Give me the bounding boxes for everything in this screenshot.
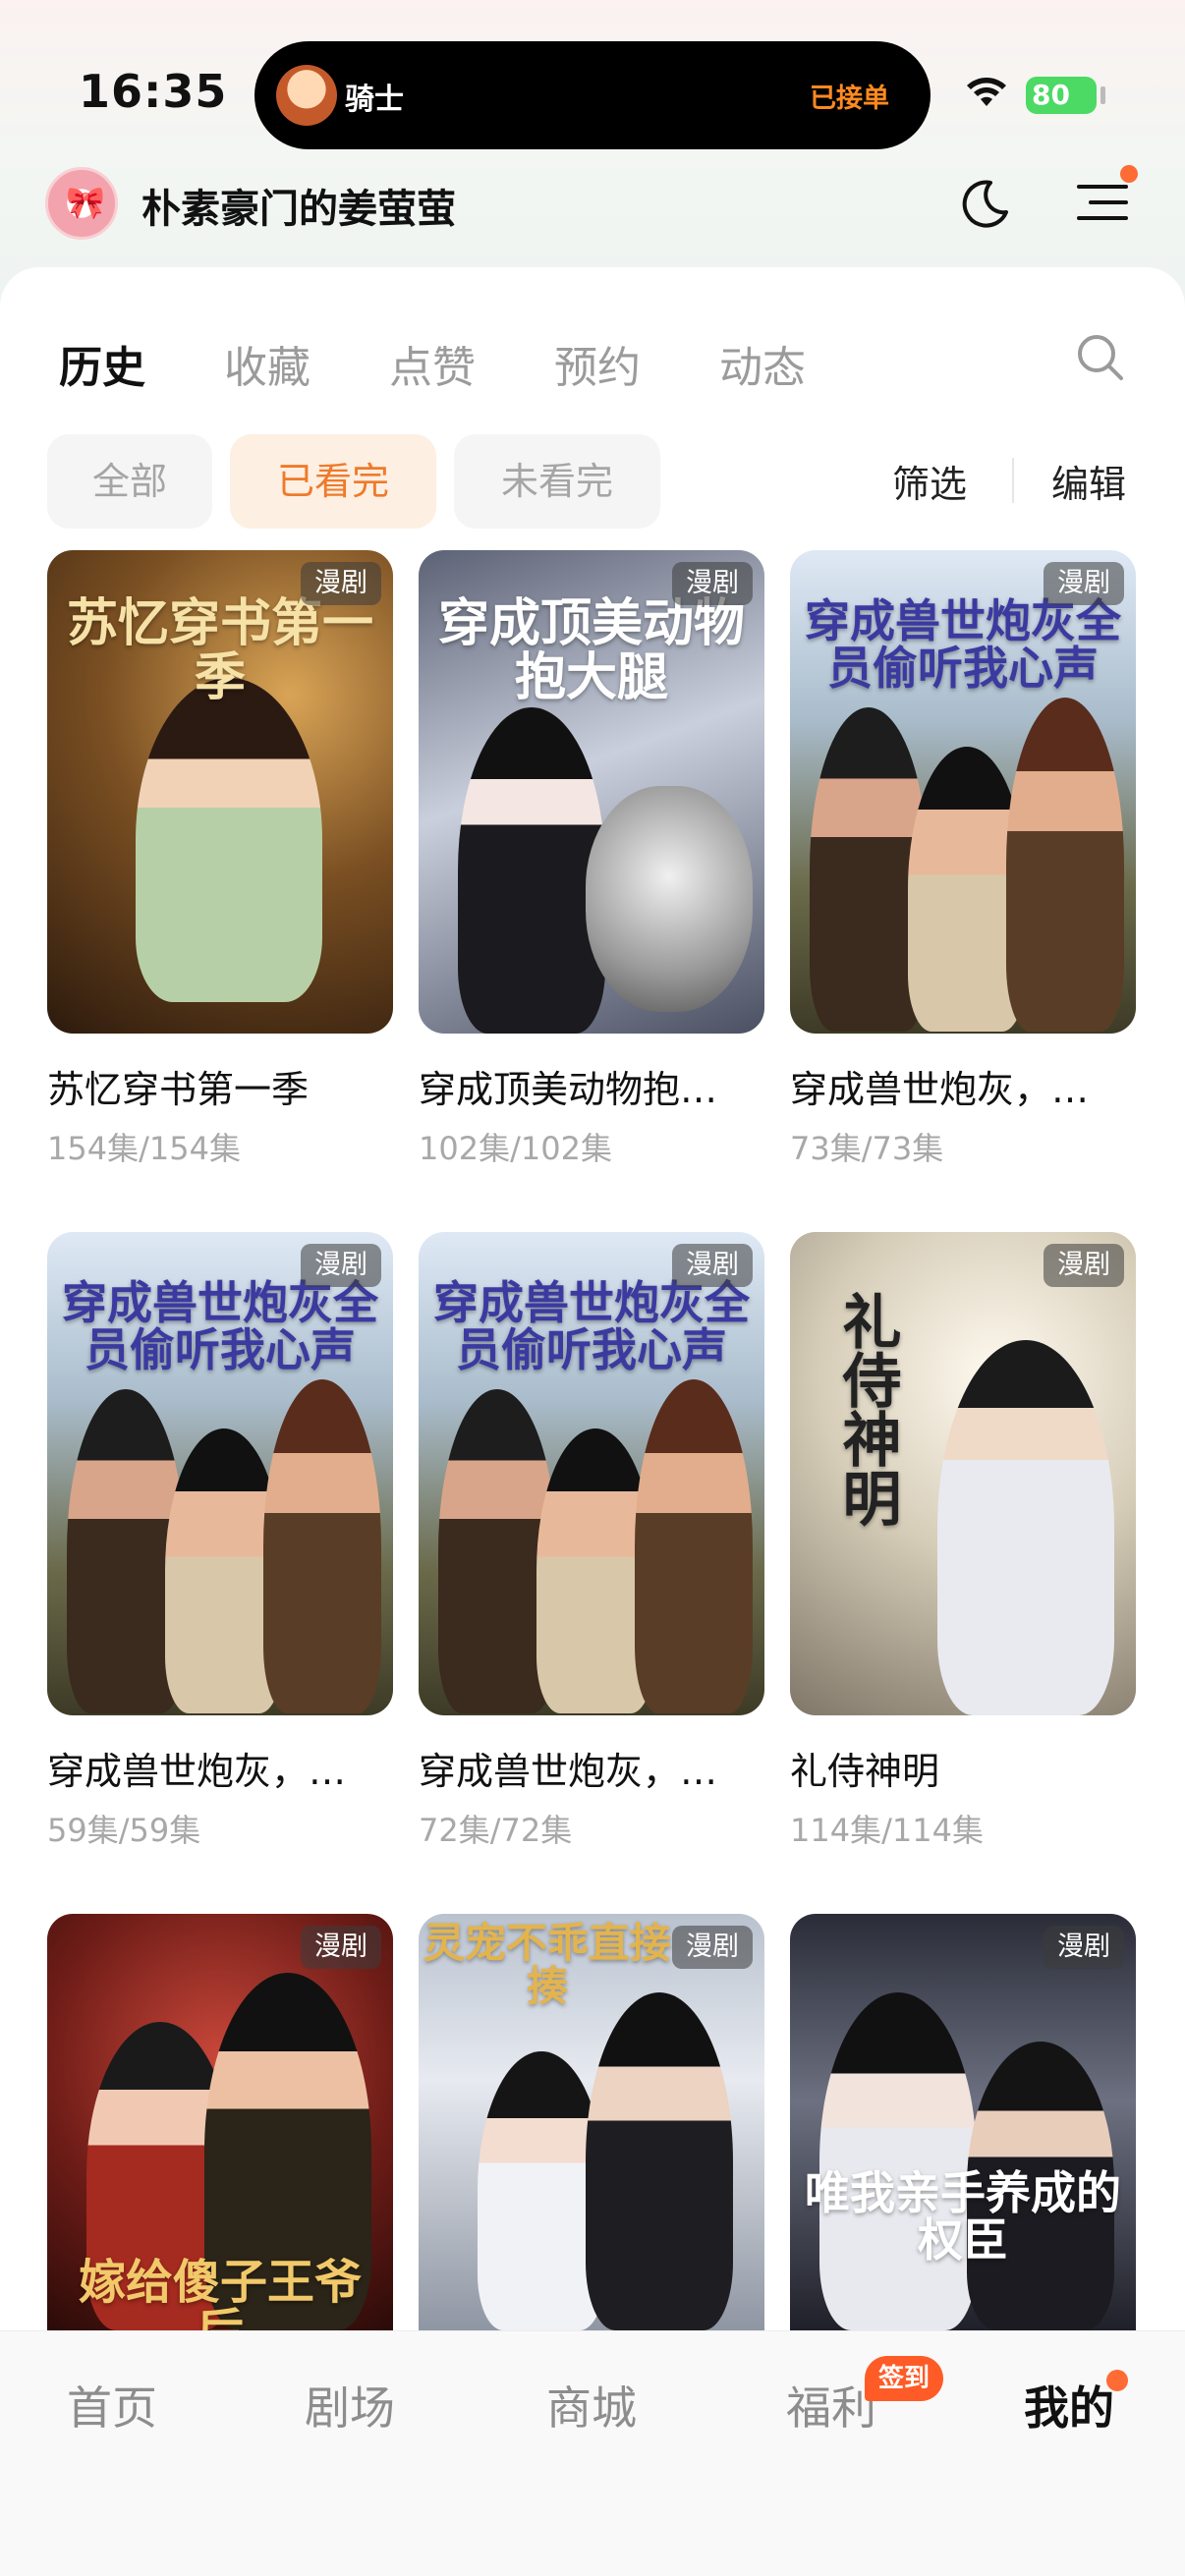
clock: 16:35 (79, 65, 228, 118)
avatar-icon: 🎀 (66, 184, 105, 221)
type-badge: 漫剧 (301, 1244, 381, 1287)
tab-likes[interactable]: 点赞 (389, 332, 476, 395)
cover-image[interactable]: 礼侍神明 漫剧 (790, 1232, 1136, 1715)
notification-dot (1106, 2370, 1128, 2391)
type-badge: 漫剧 (1044, 1244, 1124, 1287)
cover-text: 穿成兽世炮灰全员偷听我心声 (62, 1276, 378, 1377)
nav-home[interactable]: 首页 (67, 2373, 157, 2437)
card-title[interactable]: 穿成兽世炮灰，… (419, 1741, 764, 1795)
avatar[interactable]: 🎀 (45, 167, 118, 240)
type-badge: 漫剧 (1044, 562, 1124, 605)
search-icon[interactable] (1073, 330, 1126, 383)
type-badge: 漫剧 (301, 562, 381, 605)
card-title[interactable]: 苏忆穿书第一季 (47, 1059, 393, 1113)
status-bar: 16:35 骑士 已接单 80 (0, 0, 1185, 149)
type-badge: 漫剧 (1044, 1926, 1124, 1969)
tab-favorites[interactable]: 收藏 (224, 332, 310, 395)
nav-mall[interactable]: 商城 (546, 2373, 637, 2437)
type-badge: 漫剧 (672, 1244, 753, 1287)
cover-text: 穿成兽世炮灰全员偷听我心声 (433, 1276, 750, 1377)
type-badge: 漫剧 (301, 1926, 381, 1969)
episode-count: 114集/114集 (790, 1812, 984, 1849)
cover-text: 礼侍神明 (832, 1291, 901, 1527)
cover-text: 穿成顶美动物抱大腿 (437, 593, 745, 707)
cover-image[interactable]: 穿成兽世炮灰全员偷听我心声 漫剧 (47, 1232, 393, 1715)
cover-text: 灵宠不乖直接揍 (423, 1919, 671, 2011)
dynamic-island[interactable]: 骑士 已接单 (254, 41, 931, 149)
bottom-nav: 首页 剧场 商城 福利 我的 (0, 2330, 1185, 2576)
filter-unfinished[interactable]: 未看完 (454, 434, 660, 529)
nav-mine[interactable]: 我的 (1024, 2373, 1114, 2437)
wifi-icon (967, 78, 1006, 106)
episode-count: 154集/154集 (47, 1130, 241, 1167)
notification-dot (1120, 165, 1138, 183)
moon-icon[interactable] (955, 175, 1014, 234)
divider (1012, 458, 1014, 503)
battery-indicator: 80 (1026, 77, 1097, 114)
tab-activity[interactable]: 动态 (719, 332, 806, 395)
rider-avatar-icon (276, 65, 337, 126)
card-title[interactable]: 穿成兽世炮灰，… (47, 1741, 393, 1795)
cover-image[interactable]: 穿成顶美动物抱大腿 漫剧 (419, 550, 764, 1034)
menu-icon[interactable] (1075, 175, 1130, 230)
cover-text: 唯我亲手养成的权臣 (805, 2166, 1121, 2268)
nav-theater[interactable]: 剧场 (305, 2373, 395, 2437)
tab-reservations[interactable]: 预约 (554, 332, 641, 395)
battery-cap (1100, 86, 1105, 104)
user-name[interactable]: 朴素豪门的姜萤萤 (141, 177, 456, 234)
filter-button[interactable]: 筛选 (892, 454, 967, 508)
cover-text: 嫁给傻子王爷后 (78, 2255, 362, 2330)
episode-count: 59集/59集 (47, 1812, 201, 1849)
filter-finished[interactable]: 已看完 (230, 434, 436, 529)
cover-text: 苏忆穿书第一季 (66, 593, 373, 707)
type-badge: 漫剧 (672, 1926, 753, 1969)
filter-all[interactable]: 全部 (47, 434, 212, 529)
card-title[interactable]: 穿成兽世炮灰，… (790, 1059, 1136, 1113)
card-title[interactable]: 穿成顶美动物抱… (419, 1059, 764, 1113)
cover-image[interactable]: 穿成兽世炮灰全员偷听我心声 漫剧 (419, 1232, 764, 1715)
edit-button[interactable]: 编辑 (1051, 454, 1126, 508)
cover-image[interactable]: 苏忆穿书第一季 漫剧 (47, 550, 393, 1034)
cover-image[interactable]: 嫁给傻子王爷后 漫剧 (47, 1914, 393, 2330)
episode-count: 72集/72集 (419, 1812, 573, 1849)
cover-image[interactable]: 穿成兽世炮灰全员偷听我心声 漫剧 (790, 550, 1136, 1034)
card-title[interactable]: 礼侍神明 (790, 1741, 1136, 1795)
cover-image[interactable]: 灵宠不乖直接揍 漫剧 (419, 1914, 764, 2330)
island-title: 骑士 (345, 83, 404, 117)
tab-history[interactable]: 历史 (59, 332, 145, 395)
nav-welfare[interactable]: 福利 (786, 2373, 876, 2437)
checkin-badge[interactable]: 签到 (865, 2356, 944, 2401)
episode-count: 102集/102集 (419, 1130, 612, 1167)
cover-text: 穿成兽世炮灰全员偷听我心声 (805, 594, 1121, 696)
island-status: 已接单 (810, 84, 889, 114)
cover-image[interactable]: 唯我亲手养成的权臣 漫剧 (790, 1914, 1136, 2330)
type-badge: 漫剧 (672, 562, 753, 605)
episode-count: 73集/73集 (790, 1130, 944, 1167)
